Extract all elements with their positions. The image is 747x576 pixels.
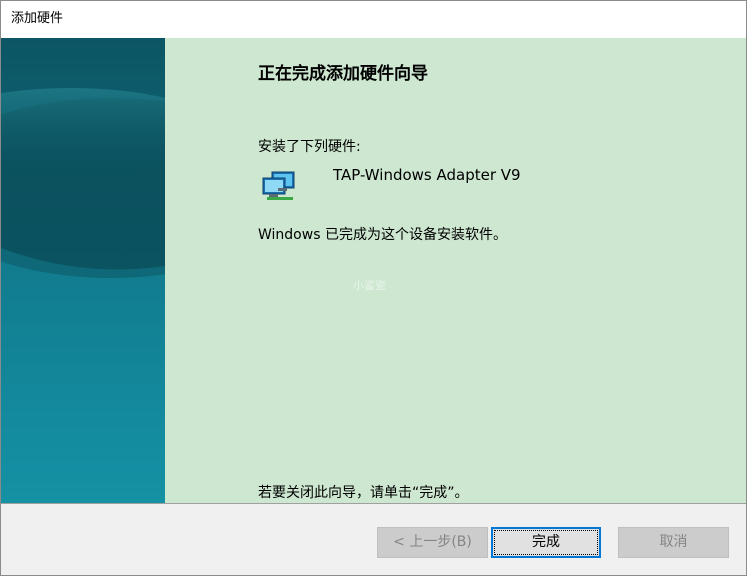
wizard-heading: 正在完成添加硬件向导 [258, 64, 428, 84]
device-name: TAP-Windows Adapter V9 [333, 166, 521, 184]
add-hardware-wizard-window: 添加硬件 正在完成添加硬件向导 安装了下列硬件: TAP-Windows Ada… [0, 0, 747, 576]
network-adapter-icon [260, 169, 300, 204]
banner-graphic [1, 88, 165, 503]
installed-hardware-label: 安装了下列硬件: [258, 139, 361, 155]
finish-button-label: 完成 [532, 534, 560, 550]
window-title: 添加硬件 [11, 11, 64, 26]
wizard-content: 正在完成添加硬件向导 安装了下列硬件: TAP-Windows Adapter … [165, 38, 746, 503]
watermark-text: 小鲨瓷 [353, 279, 386, 292]
back-button[interactable]: < 上一步(B) [377, 527, 488, 558]
cancel-button[interactable]: 取消 [618, 527, 729, 558]
button-bar: < 上一步(B) 完成 取消 [1, 504, 746, 575]
title-bar[interactable]: 添加硬件 [1, 1, 746, 38]
wizard-side-banner [1, 38, 165, 503]
finish-button[interactable]: 完成 [491, 527, 601, 558]
install-complete-message: Windows 已完成为这个设备安装软件。 [258, 227, 507, 243]
close-wizard-hint: 若要关闭此向导，请单击“完成”。 [258, 485, 469, 501]
